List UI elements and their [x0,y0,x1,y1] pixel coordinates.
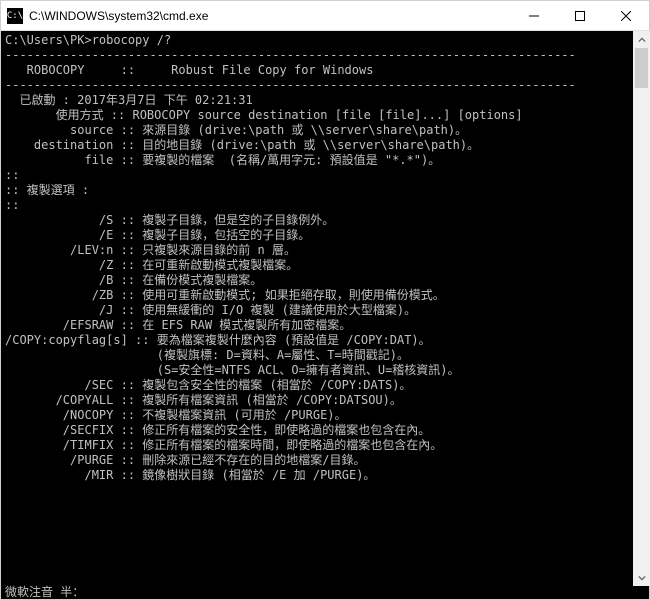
divider-line: ----------------------------------------… [5,48,645,63]
option-line: (複製旗標: D=資料、A=屬性、T=時間戳記)。 [5,348,645,363]
option-line: (S=安全性=NTFS ACL、O=擁有者資訊、U=稽核資訊)。 [5,363,645,378]
param-line: source :: 來源目錄 (drive:\path 或 \\server\s… [5,123,645,138]
prompt-line: C:\Users\PK>robocopy /? [5,33,645,48]
cmd-icon: C:\ [7,8,23,24]
scroll-down-button[interactable] [633,569,650,586]
titlebar[interactable]: C:\ C:\WINDOWS\system32\cmd.exe [1,1,649,31]
param-line: file :: 要複製的檔案 (名稱/萬用字元: 預設值是 "*.*")。 [5,153,645,168]
scroll-thumb[interactable] [635,48,648,88]
option-line: /COPY:copyflag[s] :: 要為檔案複製什麼內容 (預設值是 /C… [5,333,645,348]
close-button[interactable] [603,1,649,30]
option-line: /Z :: 在可重新啟動模式複製檔案。 [5,258,645,273]
option-line: /EFSRAW :: 在 EFS RAW 模式複製所有加密檔案。 [5,318,645,333]
started-line: 已啟動 : 2017年3月7日 下午 02:21:31 [5,93,645,108]
minimize-button[interactable] [511,1,557,30]
robocopy-banner: ROBOCOPY :: Robust File Copy for Windows [5,63,645,78]
scroll-track[interactable] [633,48,650,569]
usage-line: 使用方式 :: ROBOCOPY source destination [fil… [5,108,645,123]
section-title: :: 複製選項 : [5,183,645,198]
option-line: /LEV:n :: 只複製來源目錄的前 n 層。 [5,243,645,258]
option-line: /TIMFIX :: 修正所有檔案的檔案時間，即使略過的檔案也包含在內。 [5,438,645,453]
option-line: /B :: 在備份模式複製檔案。 [5,273,645,288]
terminal-line: :: [5,198,645,213]
param-line: destination :: 目的地目錄 (drive:\path 或 \\se… [5,138,645,153]
cmd-window: C:\ C:\WINDOWS\system32\cmd.exe C:\Users… [0,0,650,600]
option-line: /E :: 複製子目錄，包括空的子目錄。 [5,228,645,243]
option-line: /J :: 使用無緩衝的 I/O 複製 (建議使用於大型檔案)。 [5,303,645,318]
option-line: /MIR :: 鏡像樹狀目錄 (相當於 /E 加 /PURGE)。 [5,468,645,483]
maximize-button[interactable] [557,1,603,30]
option-line: /SECFIX :: 修正所有檔案的安全性，即使略過的檔案也包含在內。 [5,423,645,438]
option-line: /S :: 複製子目錄，但是空的子目錄例外。 [5,213,645,228]
option-line: /SEC :: 複製包含安全性的檔案 (相當於 /COPY:DATS)。 [5,378,645,393]
terminal-line: :: [5,168,645,183]
window-title: C:\WINDOWS\system32\cmd.exe [29,9,511,23]
option-line: /ZB :: 使用可重新啟動模式; 如果拒絕存取，則使用備份模式。 [5,288,645,303]
terminal-output[interactable]: C:\Users\PK>robocopy /?-----------------… [1,31,649,585]
divider-line: ----------------------------------------… [5,78,645,93]
ime-status-bar: 微軟注音 半： [1,585,649,599]
window-controls [511,1,649,30]
option-line: /PURGE :: 刪除來源已經不存在的目的地檔案/目錄。 [5,453,645,468]
vertical-scrollbar[interactable] [633,31,650,586]
option-line: /COPYALL :: 複製所有檔案資訊 (相當於 /COPY:DATSOU)。 [5,393,645,408]
scroll-up-button[interactable] [633,31,650,48]
option-line: /NOCOPY :: 不複製檔案資訊 (可用於 /PURGE)。 [5,408,645,423]
